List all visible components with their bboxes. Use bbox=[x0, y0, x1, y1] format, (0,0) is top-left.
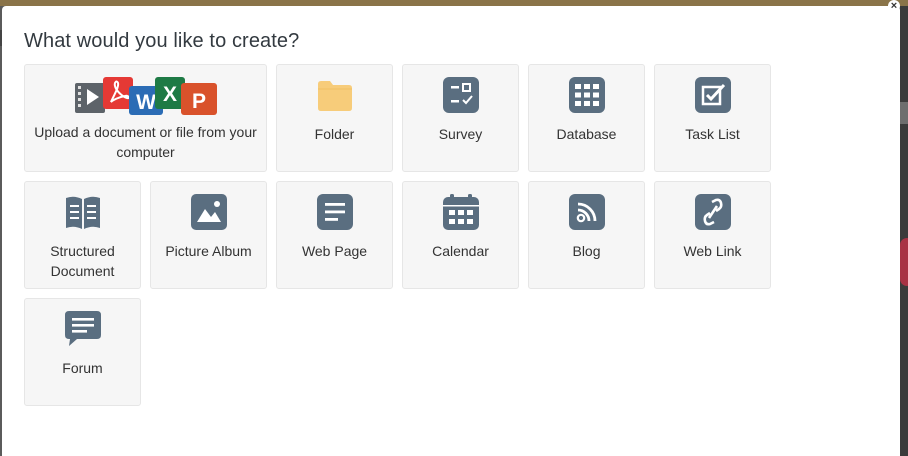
powerpoint-file-icon: P bbox=[180, 83, 217, 115]
web-link-tile[interactable]: Web Link bbox=[654, 181, 771, 289]
database-icon bbox=[568, 77, 605, 113]
forum-tile[interactable]: Forum bbox=[24, 298, 141, 406]
tile-label: Blog bbox=[572, 243, 601, 259]
task-list-icon bbox=[694, 77, 731, 113]
close-button[interactable]: × bbox=[888, 0, 900, 12]
folder-icon bbox=[317, 81, 352, 111]
web-page-tile[interactable]: Web Page bbox=[276, 181, 393, 289]
book-icon bbox=[65, 196, 100, 229]
tile-label: Task List bbox=[685, 126, 740, 142]
create-dialog: × What would you like to create? W X P U… bbox=[2, 0, 900, 456]
picture-album-tile[interactable]: Picture Album bbox=[150, 181, 267, 289]
tile-label: Web Link bbox=[683, 243, 742, 259]
tile-label: Database bbox=[556, 126, 617, 142]
calendar-tile[interactable]: Calendar bbox=[402, 181, 519, 289]
excel-file-icon: X bbox=[154, 77, 185, 109]
upload-file-tile[interactable]: W X P Upload a document or file from you… bbox=[24, 64, 267, 172]
database-tile[interactable]: Database bbox=[528, 64, 645, 172]
upload-file-icons: W X P bbox=[74, 77, 217, 115]
background-element bbox=[900, 238, 908, 286]
svg-text:P: P bbox=[191, 90, 205, 113]
tile-label: Forum bbox=[62, 360, 103, 376]
blog-tile[interactable]: Blog bbox=[528, 181, 645, 289]
picture-icon bbox=[190, 194, 227, 230]
dialog-title: What would you like to create? bbox=[24, 30, 300, 52]
rss-icon bbox=[568, 194, 605, 230]
link-icon bbox=[694, 194, 731, 230]
tile-label: Folder bbox=[314, 126, 355, 142]
video-file-icon bbox=[74, 83, 105, 113]
tile-label: Structured Document bbox=[50, 243, 115, 279]
tile-label: Upload a document or file from your comp… bbox=[34, 124, 257, 160]
pdf-file-icon bbox=[102, 77, 133, 109]
survey-icon bbox=[442, 77, 479, 113]
tile-label: Survey bbox=[438, 126, 483, 142]
structured-document-tile[interactable]: Structured Document bbox=[24, 181, 141, 289]
forum-icon bbox=[64, 311, 101, 346]
task-list-tile[interactable]: Task List bbox=[654, 64, 771, 172]
tile-label: Picture Album bbox=[165, 243, 252, 259]
calendar-icon bbox=[442, 194, 479, 230]
svg-text:X: X bbox=[162, 83, 176, 106]
tile-label: Web Page bbox=[301, 243, 368, 259]
web-page-icon bbox=[316, 194, 353, 230]
survey-tile[interactable]: Survey bbox=[402, 64, 519, 172]
tile-label: Calendar bbox=[432, 243, 489, 259]
svg-text:W: W bbox=[136, 91, 156, 114]
background-page-edge bbox=[900, 6, 908, 456]
folder-tile[interactable]: Folder bbox=[276, 64, 393, 172]
background-element bbox=[900, 102, 908, 124]
